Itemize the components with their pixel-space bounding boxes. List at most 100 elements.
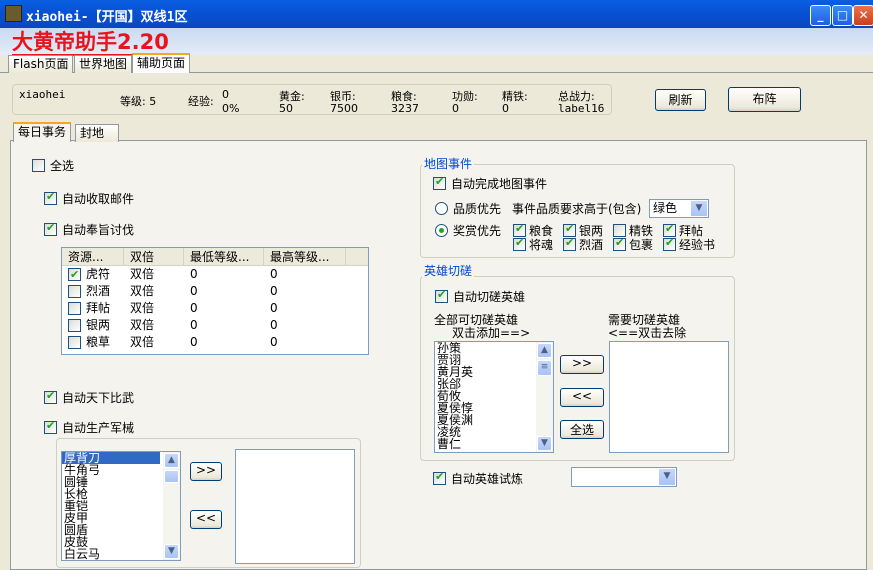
checkbox-label: 自动收取邮件 [62,192,135,206]
column-header[interactable]: 最高等级... [264,248,346,265]
selected-weapon-list[interactable] [235,449,355,564]
table-row[interactable]: 粮草 双倍 0 0 [62,334,368,351]
scroll-thumb[interactable]: ≡ [537,360,552,376]
scroll-up-icon[interactable]: ▲ [537,343,552,358]
table-row[interactable]: 虎符 双倍 0 0 [62,266,368,283]
min-level-cell: 0 [190,301,198,315]
all-heroes-list[interactable]: 孙策 贾诩 黄月英 张郃 荀攸 夏侯惇 夏侯渊 凌统 曹仁 ▲ ≡ ▼ [434,341,554,453]
scroll-thumb[interactable] [164,470,179,483]
checkbox-box[interactable] [44,389,57,404]
add-weapon-button[interactable]: >> [190,462,222,481]
formation-button[interactable]: 布阵 [728,87,801,112]
minimize-button[interactable]: _ [810,5,831,26]
checkbox-box[interactable] [44,221,57,236]
scroll-up-icon[interactable]: ▲ [164,453,179,468]
checkbox-box[interactable] [435,288,448,303]
radio-button[interactable] [435,224,448,237]
checkbox-box[interactable] [613,236,626,251]
checkbox-box[interactable] [563,236,576,251]
needed-heroes-list[interactable] [609,341,729,453]
reward-checkbox[interactable]: 经验书 [663,236,715,253]
select-all-checkbox[interactable]: 全选 [32,157,74,174]
weapon-list[interactable]: 厚背刀 牛角弓 圆锤 长枪 重铠 皮甲 圆盾 皮鼓 白云马 ▲ ▼ [61,451,181,561]
quality-select[interactable]: 绿色 ▼ [649,199,709,218]
window-title: xiaohei-【开国】双线1区 [26,10,188,25]
refresh-button[interactable]: 刷新 [655,89,706,111]
checkbox-label: 自动英雄试炼 [451,472,524,486]
double-cell: 双倍 [130,318,155,332]
select-all-heroes-button[interactable]: 全选 [560,420,604,439]
exp-percent: 0% [222,102,240,115]
maximize-button[interactable]: □ [832,5,853,26]
tab-assist[interactable]: 辅助页面 [132,53,191,73]
hero-trial-select[interactable]: ▼ [571,467,677,487]
reward-checkbox[interactable]: 将魂 [513,236,553,253]
add-hero-button[interactable]: >> [560,355,604,374]
min-level-cell: 0 [190,267,198,281]
auto-spar-checkbox[interactable]: 自动切磋英雄 [435,288,525,305]
quality-requirement-label: 事件品质要求高于(包含) [512,202,642,216]
merit-value: 0 [452,102,459,115]
scroll-down-icon[interactable]: ▼ [537,436,552,451]
checkbox-box[interactable] [32,159,45,172]
tab-flash[interactable]: Flash页面 [8,55,74,73]
row-checkbox[interactable] [68,266,81,283]
tab-daily-tasks[interactable]: 每日事务 [13,122,72,142]
row-checkbox[interactable] [68,336,81,349]
row-checkbox[interactable] [68,302,81,315]
column-header[interactable]: 双倍 [124,248,184,265]
resource-name: 烈酒 [86,284,111,298]
table-row[interactable]: 烈酒 双倍 0 0 [62,283,368,300]
resource-name: 拜帖 [86,301,111,315]
player-name: xiaohei [19,88,66,101]
checkbox-label: 自动奉旨讨伐 [62,223,135,237]
column-header[interactable]: 资源... [62,248,124,265]
chevron-down-icon[interactable]: ▼ [659,469,675,485]
radio-button[interactable] [435,202,448,215]
row-checkbox[interactable] [68,285,81,298]
quality-first-radio[interactable]: 品质优先 [435,200,501,217]
double-cell: 双倍 [130,267,155,281]
resource-name: 银两 [86,318,111,332]
close-button[interactable]: ✕ [853,5,873,26]
chevron-down-icon[interactable]: ▼ [691,201,707,216]
exp-value: 0 [222,88,229,101]
level-value: 5 [149,95,157,108]
auto-crusade-checkbox[interactable]: 自动奉旨讨伐 [44,221,134,238]
checkbox-box[interactable] [433,470,446,485]
reward-checkbox[interactable]: 包裹 [613,236,653,253]
tab-world-map[interactable]: 世界地图 [74,55,133,73]
radio-label: 品质优先 [453,202,502,216]
table-row[interactable]: 银两 双倍 0 0 [62,317,368,334]
auto-map-event-checkbox[interactable]: 自动完成地图事件 [433,175,547,192]
scrollbar[interactable]: ▲ ▼ [163,452,180,560]
resource-table[interactable]: 资源... 双倍 最低等级... 最高等级... 虎符双倍00烈酒双倍00拜帖双… [61,247,369,355]
reward-first-radio[interactable]: 奖赏优先 [435,222,501,239]
scrollbar[interactable]: ▲ ≡ ▼ [536,342,553,452]
list-item[interactable]: 白云马 [62,548,160,560]
remove-hero-button[interactable]: << [560,388,604,407]
tab-fief[interactable]: 封地 [75,124,119,142]
auto-mail-checkbox[interactable]: 自动收取邮件 [44,190,134,207]
min-level-cell: 0 [190,318,198,332]
checkbox-box[interactable] [44,190,57,205]
max-level-cell: 0 [270,301,278,315]
checkbox-box[interactable] [513,236,526,251]
auto-produce-checkbox[interactable]: 自动生产军械 [44,419,134,436]
auto-hero-trial-checkbox[interactable]: 自动英雄试炼 [433,470,523,487]
radio-label: 奖赏优先 [453,224,502,238]
gold-value: 50 [279,102,293,115]
remove-weapon-button[interactable]: << [190,510,222,529]
checkbox-label: 将魂 [529,238,554,252]
scroll-down-icon[interactable]: ▼ [164,544,179,559]
column-header[interactable]: 最低等级... [184,248,264,265]
checkbox-box[interactable] [663,236,676,251]
reward-checkbox[interactable]: 烈酒 [563,236,603,253]
auto-duel-checkbox[interactable]: 自动天下比武 [44,389,134,406]
app-icon [5,5,22,22]
row-checkbox[interactable] [68,319,81,332]
checkbox-box[interactable] [433,175,446,190]
checkbox-box[interactable] [44,419,57,434]
table-row[interactable]: 拜帖 双倍 0 0 [62,300,368,317]
double-cell: 双倍 [130,335,155,349]
